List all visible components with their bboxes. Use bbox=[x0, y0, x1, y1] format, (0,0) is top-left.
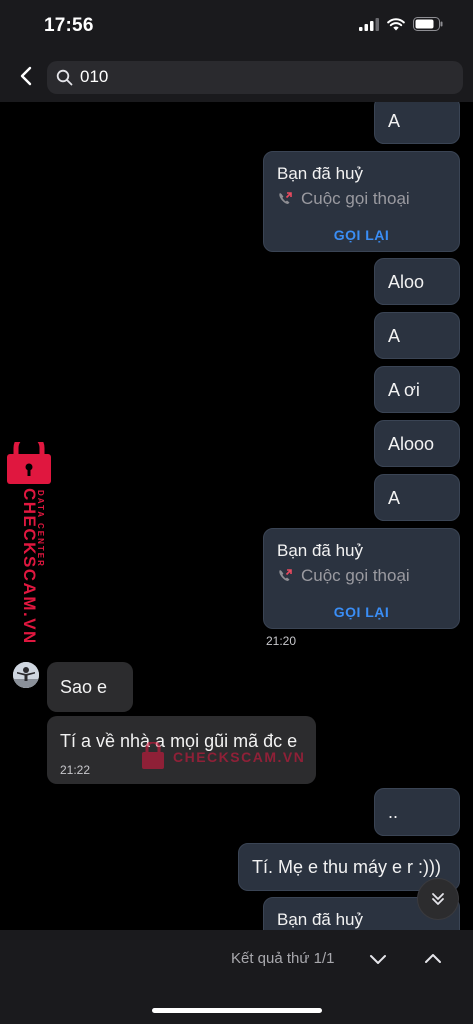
search-result-count: Kết quả thứ 1/1 bbox=[231, 950, 335, 967]
avatar[interactable] bbox=[13, 662, 39, 688]
message-text: Aloo bbox=[388, 272, 425, 292]
call-title: Bạn đã huỷ bbox=[277, 541, 364, 560]
wifi-icon bbox=[387, 17, 405, 30]
message-outgoing[interactable]: Alooo bbox=[374, 420, 460, 467]
message-text: .. bbox=[388, 802, 399, 822]
outgoing-call-icon bbox=[279, 569, 292, 581]
battery-icon bbox=[413, 17, 443, 31]
message-timestamp: 21:22 bbox=[60, 763, 91, 777]
chevron-left-icon bbox=[20, 66, 32, 86]
status-icons bbox=[359, 17, 443, 31]
message-timestamp: 21:20 bbox=[266, 634, 297, 648]
avatar-image bbox=[13, 662, 39, 688]
call-title: Bạn đã huỷ bbox=[277, 910, 364, 929]
checkscam-watermark: CHECKSCAM.VN DATA CENTER bbox=[7, 442, 51, 642]
message-text: A bbox=[388, 326, 401, 346]
status-bar: 17:56 bbox=[0, 0, 473, 52]
back-button[interactable] bbox=[12, 62, 40, 90]
message-outgoing[interactable]: .. bbox=[374, 788, 460, 836]
search-result-bar: Kết quả thứ 1/1 bbox=[0, 930, 473, 1024]
call-card[interactable]: Bạn đã huỷ Cuộc gọi thoại GỌI LẠI bbox=[263, 528, 460, 629]
message-incoming[interactable]: Sao e bbox=[47, 662, 133, 712]
search-box[interactable]: 010 bbox=[47, 61, 463, 94]
call-subtitle: Cuộc gọi thoại bbox=[301, 566, 410, 585]
outgoing-call-icon bbox=[279, 192, 292, 204]
scroll-to-bottom-button[interactable] bbox=[417, 878, 459, 920]
double-chevron-down-icon bbox=[432, 893, 444, 905]
cellular-signal-icon bbox=[359, 17, 379, 31]
home-indicator[interactable] bbox=[152, 1008, 322, 1013]
message-outgoing[interactable]: A bbox=[374, 102, 460, 144]
message-text: Tí. Mẹ e thu máy e r :))) bbox=[252, 857, 442, 877]
next-result-button[interactable] bbox=[366, 947, 390, 971]
call-back-button[interactable]: GỌI LẠI bbox=[264, 604, 459, 620]
call-card[interactable]: Bạn đã huỷ Cuộc gọi thoại GỌI LẠI bbox=[263, 151, 460, 252]
watermark-text: CHECKSCAM.VN bbox=[173, 749, 306, 765]
message-text: A bbox=[388, 111, 401, 131]
message-outgoing[interactable]: A ơi bbox=[374, 366, 460, 413]
message-outgoing[interactable]: Aloo bbox=[374, 258, 460, 305]
message-outgoing[interactable]: A bbox=[374, 474, 460, 521]
header: 010 bbox=[0, 52, 473, 102]
message-text: Sao e bbox=[60, 677, 108, 697]
checkscam-watermark-center: CHECKSCAM.VN bbox=[140, 742, 304, 772]
lock-logo-icon bbox=[142, 742, 164, 769]
call-back-button[interactable]: GỌI LẠI bbox=[264, 227, 459, 243]
chat-area[interactable]: CHECKSCAM.VN DATA CENTER A Bạn đã huỷ Cu… bbox=[0, 102, 473, 930]
search-input[interactable]: 010 bbox=[80, 67, 108, 87]
message-text: A ơi bbox=[388, 380, 420, 400]
message-outgoing[interactable]: A bbox=[374, 312, 460, 359]
status-time: 17:56 bbox=[44, 15, 94, 36]
svg-text:DATA CENTER: DATA CENTER bbox=[36, 490, 45, 568]
call-subtitle: Cuộc gọi thoại bbox=[301, 189, 410, 208]
call-title: Bạn đã huỷ bbox=[277, 164, 364, 183]
search-icon bbox=[56, 69, 73, 86]
message-text: A bbox=[388, 488, 401, 508]
message-text: Alooo bbox=[388, 434, 435, 454]
previous-result-button[interactable] bbox=[421, 947, 445, 971]
